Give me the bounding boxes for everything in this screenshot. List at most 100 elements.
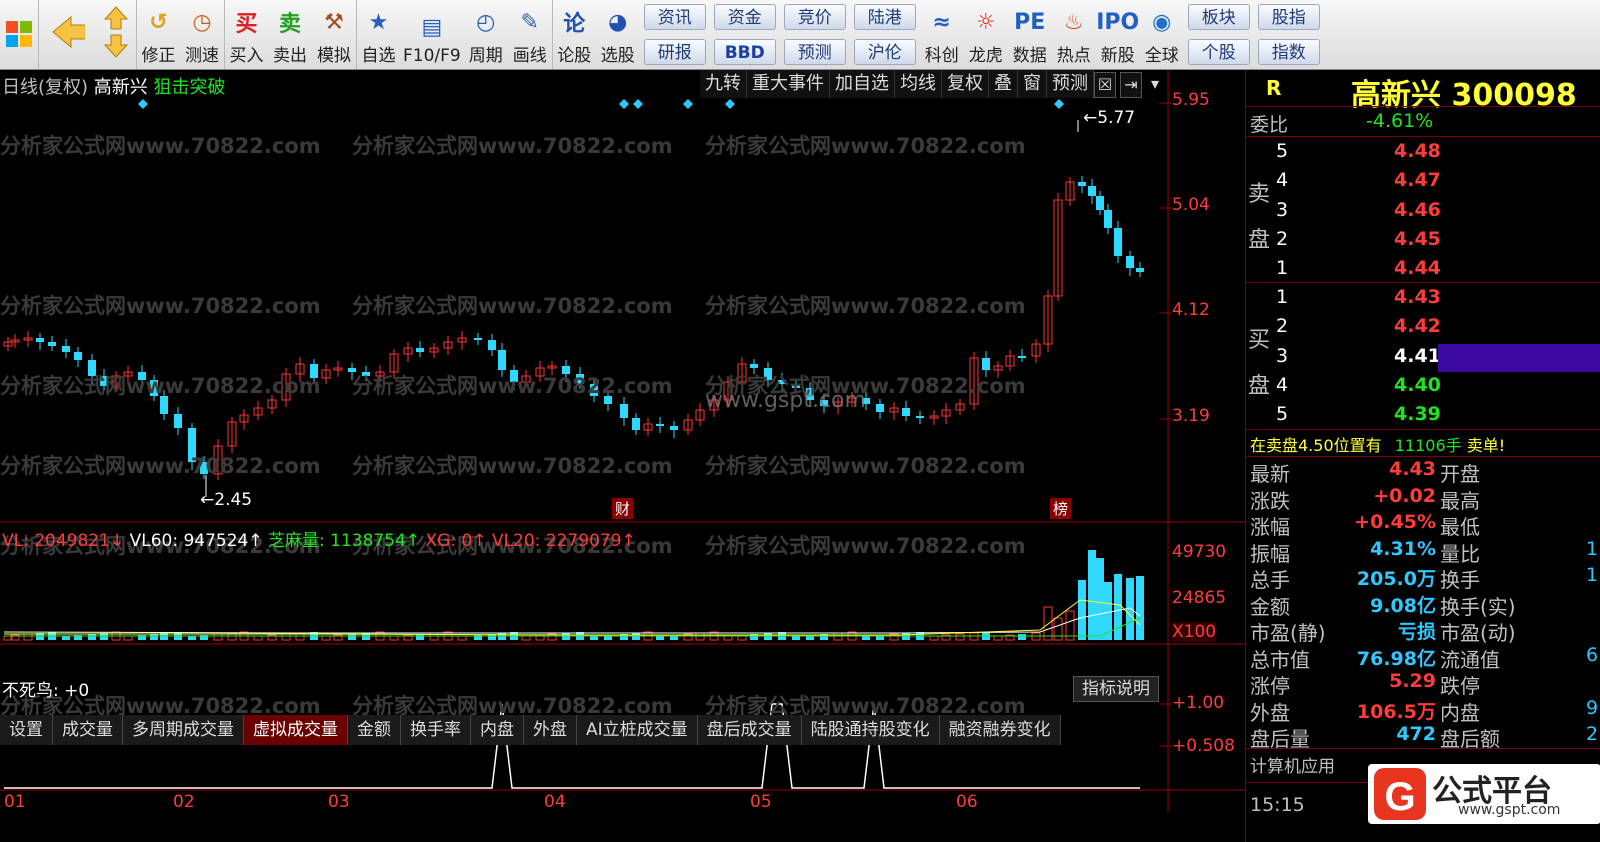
lock-icon[interactable]: ☒: [1094, 72, 1116, 98]
month-label: 01: [4, 792, 26, 812]
stat-label: 最新: [1250, 462, 1290, 486]
stat-label: 最低: [1440, 515, 1480, 539]
toolbar-button-gavel[interactable]: ⚒ 模拟: [312, 0, 356, 69]
toolbar-tab-button[interactable]: 个股: [1187, 38, 1250, 65]
toolbar-button-star[interactable]: ★ 自选: [356, 0, 400, 69]
toolbar-tab-button[interactable]: 竞价: [783, 4, 846, 31]
volume-scale-label: X100: [1172, 622, 1217, 642]
indicator-tab[interactable]: 虚拟成交量: [244, 715, 348, 745]
indicator-tab[interactable]: 金额: [348, 715, 401, 745]
chart-menu-item[interactable]: 复权: [942, 70, 989, 98]
toolbar-label: 论股: [557, 46, 592, 66]
toolbar-button-dragon[interactable]: ☼ 龙虎: [964, 0, 1008, 69]
chart-menu-item[interactable]: 叠: [989, 70, 1018, 98]
indicator-tab[interactable]: 陆股通持股变化: [801, 715, 940, 745]
indicator-tab[interactable]: 换手率: [401, 715, 471, 745]
toolbar-tab-button[interactable]: BBD: [713, 38, 776, 65]
stat-value-truncated: 1: [1586, 564, 1599, 586]
volume-bar-down: [1078, 580, 1086, 640]
chart-menu-item[interactable]: 加自选: [830, 70, 895, 98]
ask-level: 4: [1276, 169, 1289, 192]
expand-icon[interactable]: ⇥: [1120, 72, 1142, 98]
indicator-tick: +0.508: [1172, 736, 1235, 756]
watermark-text: 分析家公式网www.70822.com: [705, 534, 1026, 558]
chart-menu-item[interactable]: 预测: [1047, 70, 1094, 98]
candle-body-down: [74, 352, 82, 360]
up-down-arrows-icon: [99, 4, 133, 60]
toolbar-button-f10[interactable]: ▤ F10/F9: [400, 0, 464, 69]
indicator-tab[interactable]: 设置: [0, 715, 53, 745]
bid-level: 2: [1276, 315, 1289, 338]
toolbar-button-select[interactable]: ◕ 选股: [596, 0, 640, 69]
dropdown-icon[interactable]: ▾: [1146, 72, 1164, 98]
toolbar-button-pe[interactable]: PE 数据: [1008, 0, 1052, 69]
page-up-down-button[interactable]: [96, 0, 136, 69]
price-tick: 4.12: [1172, 300, 1210, 320]
toolbar-button-pen[interactable]: ✎ 画线: [508, 0, 552, 69]
indicator-name: 不死鸟: +0: [2, 681, 90, 701]
event-bang-marker[interactable]: 榜: [1050, 498, 1072, 519]
stat-label: 涨跌: [1250, 488, 1290, 513]
stat-label: 外盘: [1250, 700, 1290, 725]
candle-body-down: [1126, 256, 1134, 268]
toolbar-tab-button[interactable]: 资讯: [643, 4, 706, 31]
toolbar-tab-button[interactable]: 指数: [1257, 38, 1320, 65]
divider: [1246, 106, 1600, 107]
month-label: 04: [544, 792, 566, 812]
month-label: 06: [956, 792, 978, 812]
globe-icon: ◉: [1152, 9, 1172, 35]
divider: [1246, 282, 1600, 283]
ask-level: 3: [1276, 198, 1289, 221]
toolbar-button-ipo[interactable]: IPO 新股: [1096, 0, 1140, 69]
candle-body-down: [174, 414, 182, 428]
toolbar-tab-button[interactable]: 股指: [1257, 4, 1320, 31]
candle-body-down: [1104, 210, 1112, 228]
volume-tick: 24865: [1172, 588, 1227, 608]
candle-body-down: [632, 418, 640, 430]
volume-bar-down: [1018, 634, 1026, 640]
event-cai-marker[interactable]: 财: [612, 498, 634, 519]
toolbar-button-discuss[interactable]: 论论股: [551, 0, 596, 69]
toolbar-tab-button[interactable]: 沪伦: [853, 38, 916, 65]
toolbar-button-sell[interactable]: 卖卖出: [268, 0, 312, 69]
indicator-tab[interactable]: 多周期成交量: [123, 715, 244, 745]
chart-menu-item[interactable]: 九转: [700, 70, 747, 98]
toolbar-tab-button[interactable]: 预测: [783, 38, 846, 65]
chart-menu-item[interactable]: 均线: [895, 70, 942, 98]
indicator-tab[interactable]: AI立桩成交量: [577, 715, 698, 745]
toolbar-tab-button[interactable]: 研报: [643, 38, 706, 65]
order-alert[interactable]: 在卖盘4.50位置有 11106手 卖单!: [1250, 432, 1505, 456]
stat-label: 振幅: [1250, 541, 1290, 566]
toolbar-tab-button[interactable]: 资金: [713, 4, 776, 31]
toolbar-button-hot[interactable]: ♨ 热点: [1052, 0, 1096, 69]
stat-label: 涨幅: [1250, 515, 1290, 539]
toolbar-button-globe[interactable]: ◉ 全球: [1140, 0, 1184, 69]
toolbar-tab-button[interactable]: 陆港: [853, 4, 916, 31]
sell-icon: 卖: [278, 12, 301, 37]
toolbar-pair: 资讯 研报: [640, 0, 710, 69]
toolbar-tab-button[interactable]: 板块: [1187, 4, 1250, 31]
toolbar-button-undo[interactable]: ↺ 修正: [136, 0, 180, 69]
candle-body-down: [488, 340, 496, 350]
toolbar-label: 科创: [924, 46, 959, 66]
price-tick: 5.04: [1172, 195, 1210, 215]
volume-bar-down: [1088, 550, 1096, 640]
volume-bar-down: [862, 636, 870, 640]
windows-logo-button[interactable]: [0, 0, 38, 69]
toolbar-button-clock[interactable]: ◷ 测速: [180, 0, 224, 69]
indicator-tab[interactable]: 盘后成交量: [697, 715, 802, 745]
stat-value-truncated: 2: [1586, 723, 1599, 745]
kline-chart-area[interactable]: 日线(复权) 高新兴 狙击突破 九转 重大事件 加自选 均线 复权叠窗预测 ☒ ⇥ ▾ …: [0, 70, 1245, 842]
toolbar-button-kc[interactable]: ≈ 科创: [920, 0, 964, 69]
divider: [1246, 136, 1600, 137]
toolbar-button-period[interactable]: ◴ 周期: [464, 0, 508, 69]
indicator-tab[interactable]: 内盘: [471, 715, 524, 745]
indicator-tab[interactable]: 成交量: [53, 715, 123, 745]
indicator-tab[interactable]: 融资融券变化: [939, 715, 1061, 745]
chart-menu-item[interactable]: 窗: [1018, 70, 1047, 98]
toolbar-button-buy[interactable]: 买买入: [224, 0, 268, 69]
chart-menu-item[interactable]: 重大事件: [747, 70, 830, 98]
indicator-help-button[interactable]: 指标说明: [1073, 676, 1159, 702]
back-button[interactable]: [38, 0, 96, 69]
indicator-tab[interactable]: 外盘: [524, 715, 577, 745]
